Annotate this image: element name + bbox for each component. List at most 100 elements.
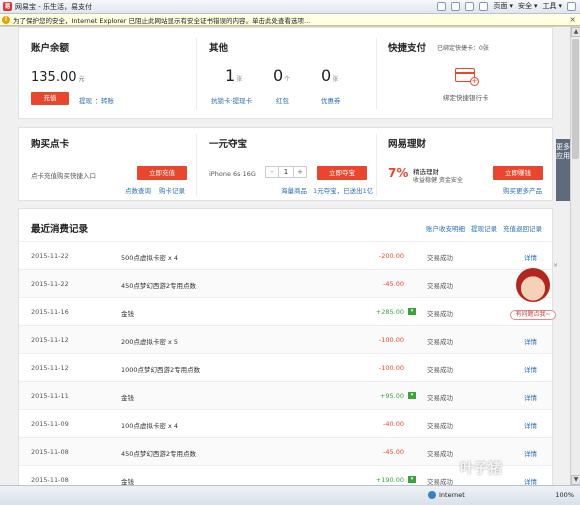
coupon-count[interactable]: 0张 xyxy=(321,66,338,85)
services-card: 购买点卡 点卡充值购买快捷入口 立即充值 点数查询 购卡记录 一元夺宝 iPho… xyxy=(18,127,553,201)
row-date: 2015-11-12 xyxy=(31,364,69,372)
row-status: 交易成功 xyxy=(427,478,453,485)
print-icon[interactable] xyxy=(479,1,489,11)
row-date: 2015-11-09 xyxy=(31,420,69,428)
assistant-label[interactable]: 有问题点我~ xyxy=(510,310,556,320)
balance-amount: 135.00 元 xyxy=(31,70,85,85)
row-date: 2015-11-22 xyxy=(31,280,69,288)
row-amount: +95.00 xyxy=(379,392,404,400)
row-amount: -200.00 xyxy=(378,252,404,260)
scroll-down-arrow-icon[interactable]: ▼ xyxy=(571,475,580,485)
row-status: 交易成功 xyxy=(427,394,453,402)
transfer-link[interactable]: 转账 xyxy=(101,95,114,105)
feeds-icon[interactable] xyxy=(451,1,461,11)
more-apps-tab[interactable]: 更多应用 xyxy=(556,139,570,201)
netease-favicon-icon: 易 xyxy=(3,2,12,11)
watermark-url: yzz.cn xyxy=(496,475,515,482)
table-row: 2015-11-22 500点虚拟卡密 x 4 -200.00 交易成功 详情 xyxy=(19,241,552,269)
row-date: 2015-11-12 xyxy=(31,336,69,344)
row-description: 450点梦幻西游2专用点数 xyxy=(121,282,197,290)
more-goods-link[interactable]: 海量商品 xyxy=(281,185,307,195)
card-history-link[interactable]: 购卡记录 xyxy=(159,185,185,195)
increment-button[interactable]: + xyxy=(294,167,306,177)
row-detail-link[interactable]: 详情 xyxy=(524,252,537,262)
bind-card-link[interactable]: 绑定快捷银行卡 xyxy=(443,92,489,102)
withdraw-records-link[interactable]: 提现记录 xyxy=(471,223,497,233)
assistant-avatar[interactable] xyxy=(516,268,550,302)
quantity-value[interactable]: 1 xyxy=(278,167,294,177)
infobar-text[interactable]: 为了保护您的安全，Internet Explorer 已阻止此网站显示有安全证书… xyxy=(13,15,310,25)
globe-icon xyxy=(428,491,436,499)
refund-records-link[interactable]: 充值退回记录 xyxy=(503,223,542,233)
withdraw-link[interactable]: 提现 xyxy=(79,95,92,105)
zoom-level[interactable]: 100% xyxy=(555,491,574,499)
status-bar: Internet 100% xyxy=(0,485,580,505)
table-row: 2015-11-09 100点虚拟卡密 x 4 -40.00 交易成功 详情 xyxy=(19,409,552,437)
bank-card-plus-icon[interactable]: + xyxy=(455,68,479,86)
scroll-up-arrow-icon[interactable]: ▲ xyxy=(571,27,580,37)
row-amount: +285.00 xyxy=(375,308,404,316)
expand-arrow-icon[interactable]: ▾ xyxy=(408,308,416,315)
safety-menu-button[interactable]: 安全 ▾ xyxy=(518,1,538,11)
customer-service-assistant[interactable]: × 有问题点我~ xyxy=(508,262,558,322)
row-description: 1000点梦幻西游2专用点数 xyxy=(121,366,201,374)
treasure-product: iPhone 6s 16G xyxy=(209,170,256,178)
recharge-button[interactable]: 充值 xyxy=(31,92,69,105)
cards-link[interactable]: 抗锁卡·提现卡 xyxy=(211,95,252,105)
table-row: 2015-11-16金钱+285.00交易成功详情▾ xyxy=(19,297,552,325)
row-amount: -45.00 xyxy=(383,280,404,288)
page-viewport: 账户余额 135.00 元 充值 提现 ： 转账 其他 1张 抗锁卡·提现卡 0个… xyxy=(0,27,570,485)
row-detail-link[interactable]: 详情 xyxy=(524,420,537,430)
row-detail-link[interactable]: 详情 xyxy=(524,476,537,485)
expand-arrow-icon[interactable]: ▾ xyxy=(408,476,416,483)
pointcard-recharge-button[interactable]: 立即充值 xyxy=(137,166,187,180)
page-menu-button[interactable]: 页面 ▾ xyxy=(493,1,513,11)
command-bar: 页面 ▾ 安全 ▾ 工具 ▾ xyxy=(437,1,576,11)
security-zone[interactable]: Internet xyxy=(428,491,465,499)
redpacket-link[interactable]: 红包 xyxy=(276,95,289,105)
close-icon[interactable]: × xyxy=(553,262,558,269)
finance-earn-button[interactable]: 立即赚钱 xyxy=(493,166,543,180)
account-summary-card: 账户余额 135.00 元 充值 提现 ： 转账 其他 1张 抗锁卡·提现卡 0个… xyxy=(18,27,553,119)
row-detail-link[interactable]: 详情 xyxy=(524,392,537,402)
income-expense-link[interactable]: 账户收支明细 xyxy=(426,223,465,233)
more-products-link[interactable]: 购买更多产品 xyxy=(503,185,542,195)
cards-count[interactable]: 1张 xyxy=(225,66,242,85)
table-row: 2015-11-12 200点虚拟卡密 x 5 -100.00 交易成功 详情 xyxy=(19,325,552,353)
shield-warning-icon: ! xyxy=(2,15,10,24)
divider xyxy=(376,38,377,110)
row-detail-link[interactable]: 详情 xyxy=(524,336,537,346)
table-row: 2015-11-22450点梦幻西游2专用点数-45.00交易成功详情 xyxy=(19,269,552,297)
tools-menu-button[interactable]: 工具 ▾ xyxy=(542,1,562,11)
treasure-title: 一元夺宝 xyxy=(209,139,248,150)
mail-icon[interactable] xyxy=(465,1,475,11)
security-info-bar[interactable]: ! 为了保护您的安全，Internet Explorer 已阻止此网站显示有安全… xyxy=(0,14,580,26)
treasure-hint[interactable]: 1元夺宝，已送出1亿 xyxy=(313,185,373,195)
row-detail-link[interactable]: 详情 xyxy=(524,364,537,374)
row-status: 交易成功 xyxy=(427,282,453,290)
finance-title: 网易理财 xyxy=(388,139,427,150)
points-query-link[interactable]: 点数查询 xyxy=(125,185,151,195)
home-icon[interactable] xyxy=(437,1,447,11)
treasure-buy-button[interactable]: 立即夺宝 xyxy=(317,166,367,180)
pointcard-title: 购买点卡 xyxy=(31,139,70,150)
others-title: 其他 xyxy=(209,43,229,54)
quantity-stepper[interactable]: - 1 + xyxy=(265,166,307,178)
close-icon[interactable]: × xyxy=(569,15,576,24)
row-description: 金钱 xyxy=(121,394,134,402)
help-icon[interactable] xyxy=(567,1,576,11)
tab-title[interactable]: 网易宝 - 乐生活，易支付 xyxy=(15,2,92,12)
vertical-scrollbar[interactable]: ▲ ▼ xyxy=(570,27,580,485)
divider xyxy=(196,38,197,110)
row-date: 2015-11-16 xyxy=(31,308,69,316)
scroll-thumb[interactable] xyxy=(572,39,579,159)
redpacket-count[interactable]: 0个 xyxy=(273,66,290,85)
row-amount: -45.00 xyxy=(383,448,404,456)
row-detail-link[interactable]: 详情 xyxy=(524,448,537,458)
coupon-link[interactable]: 优惠券 xyxy=(321,95,341,105)
divider xyxy=(196,134,197,196)
decrement-button[interactable]: - xyxy=(266,167,278,177)
records-links: 账户收支明细 提现记录 充值退回记录 xyxy=(426,223,542,233)
row-amount: -40.00 xyxy=(383,420,404,428)
expand-arrow-icon[interactable]: ▾ xyxy=(408,392,416,399)
